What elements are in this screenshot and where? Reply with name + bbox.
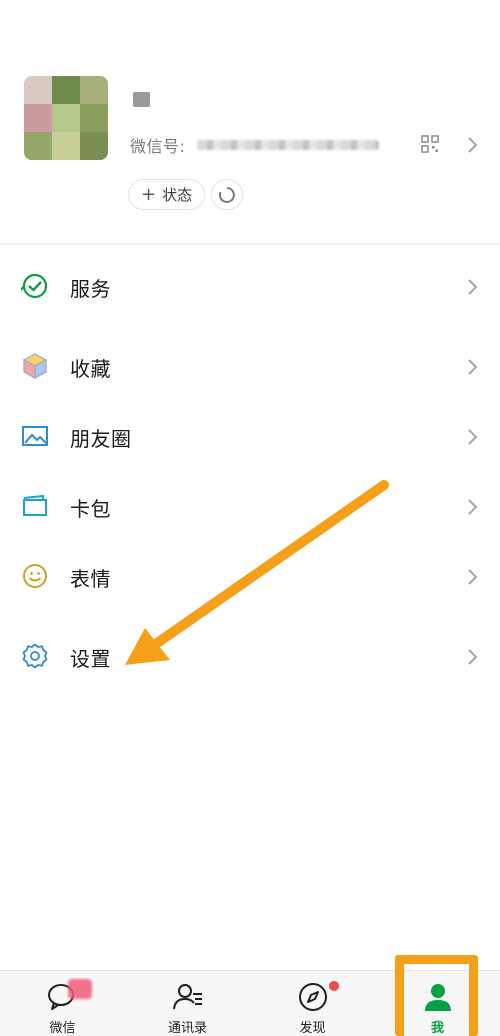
favorites-cube-icon (22, 353, 48, 380)
contacts-icon (173, 984, 202, 1010)
menu-item-settings[interactable]: 设置 (0, 626, 500, 688)
section-divider (0, 243, 500, 245)
wechat-id-label: 微信号: (130, 137, 186, 156)
wechat-id-row: 微信号: (130, 133, 380, 157)
nickname-redacted (133, 92, 150, 107)
menu-item-stickers[interactable]: 表情 (0, 546, 500, 608)
chevron-right-icon (468, 279, 478, 295)
menu-item-label: 卡包 (70, 497, 111, 521)
add-status-button[interactable]: + 状态 (128, 179, 206, 210)
gear-icon (22, 643, 48, 669)
chevron-right-icon[interactable] (466, 134, 480, 156)
menu-item-label: 表情 (70, 567, 111, 591)
qr-code-icon[interactable] (421, 135, 439, 153)
menu-item-services[interactable]: 服务 (0, 256, 500, 318)
menu-item-label: 设置 (70, 647, 111, 671)
compass-icon (299, 983, 327, 1011)
tab-discover[interactable]: 发现 (250, 971, 375, 1036)
status-button-label: 状态 (162, 186, 193, 204)
annotation-highlight-box (395, 955, 478, 1036)
unread-badge (68, 979, 92, 999)
avatar[interactable] (24, 76, 108, 160)
menu-item-cards[interactable]: 卡包 (0, 476, 500, 538)
chevron-right-icon (468, 569, 478, 585)
menu-item-label: 服务 (70, 277, 111, 301)
refresh-circle-icon (218, 186, 235, 203)
moments-photo-icon (22, 426, 48, 446)
status-circle-button[interactable] (211, 179, 243, 210)
chevron-right-icon (468, 499, 478, 515)
chevron-right-icon (468, 429, 478, 445)
chevron-right-icon (468, 359, 478, 375)
new-content-dot (329, 981, 339, 991)
tab-label: 微信 (49, 1021, 76, 1036)
menu-item-moments[interactable]: 朋友圈 (0, 406, 500, 468)
tab-label: 通讯录 (167, 1021, 207, 1036)
tab-contacts[interactable]: 通讯录 (125, 971, 250, 1036)
services-icon (21, 273, 48, 299)
tab-chats[interactable]: 微信 (0, 971, 125, 1036)
profile-header[interactable]: 微信号: + 状态 (0, 0, 500, 243)
smiley-icon (23, 564, 47, 588)
card-wallet-icon (23, 494, 47, 516)
menu-item-label: 朋友圈 (70, 427, 132, 451)
tab-label: 发现 (299, 1021, 326, 1036)
menu-item-favorites[interactable]: 收藏 (0, 336, 500, 398)
plus-icon: + (141, 183, 157, 205)
wechat-id-redacted (197, 140, 380, 150)
menu-item-label: 收藏 (70, 357, 111, 381)
chevron-right-icon (468, 649, 478, 665)
